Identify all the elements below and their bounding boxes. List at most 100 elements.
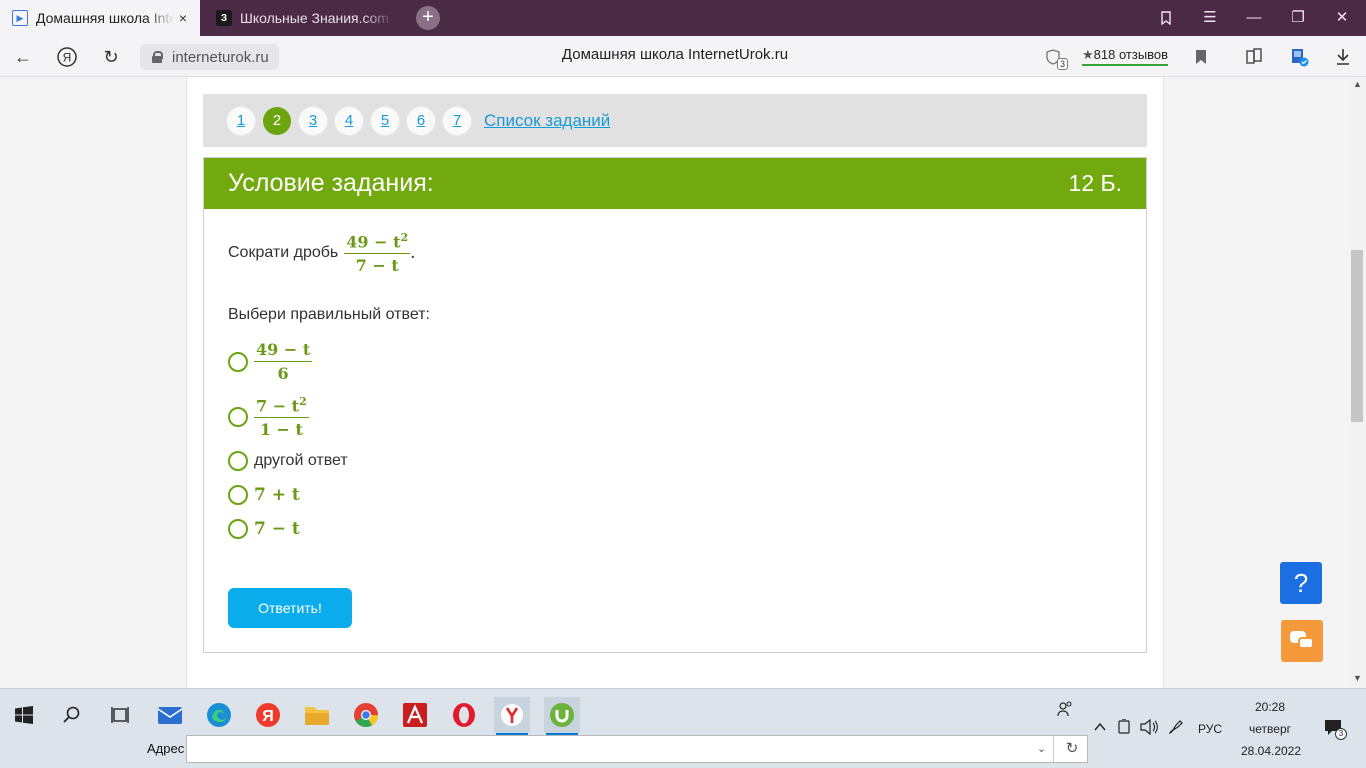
task-points: 12 Б. xyxy=(1068,170,1122,196)
question-text: Сократи дробь 49 − t2 7 − t . xyxy=(228,231,416,276)
bookmark-icon[interactable] xyxy=(1190,46,1212,68)
battery-network-icon[interactable] xyxy=(1117,718,1131,738)
notification-icon[interactable]: 3 xyxy=(1324,719,1347,740)
chrome-icon[interactable] xyxy=(348,697,384,733)
radio-button[interactable] xyxy=(228,451,248,471)
page-link-3[interactable]: 3 xyxy=(299,107,327,135)
question-prefix: Сократи дробь xyxy=(228,244,339,262)
bookmarks-panel-icon[interactable] xyxy=(1144,0,1188,36)
radio-button[interactable] xyxy=(228,407,248,428)
task-title: Условие задания: xyxy=(228,169,434,197)
refresh-icon[interactable]: ↻ xyxy=(1058,736,1086,762)
answer-option-2[interactable]: 7 − t2 1 − t xyxy=(228,395,309,439)
znania-logo-icon: З xyxy=(216,10,232,26)
acrobat-icon[interactable] xyxy=(397,697,433,733)
lock-icon xyxy=(152,51,163,63)
page-viewport: 1 2 3 4 5 6 7 Список заданий Условие зад… xyxy=(0,77,1350,688)
windows-start-icon[interactable] xyxy=(6,697,42,733)
mail-icon[interactable] xyxy=(152,697,188,733)
extension-icon[interactable] xyxy=(1288,46,1310,68)
tab-title: Домашняя школа InternetUrok.ru xyxy=(36,10,174,26)
option-fraction: 49 − t 6 xyxy=(254,340,313,383)
task-pager: 1 2 3 4 5 6 7 Список заданий xyxy=(203,94,1147,147)
restore-button[interactable]: ❐ xyxy=(1276,0,1320,36)
people-icon[interactable] xyxy=(1057,701,1073,720)
clock-time[interactable]: 20:28 xyxy=(1240,700,1300,714)
minimize-button[interactable]: — xyxy=(1232,0,1276,36)
taskbar: Я Адрес ⌄ ↻ РУС 20:28 четверг 28.04.2022… xyxy=(0,688,1366,768)
protect-icon[interactable]: 3 xyxy=(1042,46,1068,70)
task-list-link[interactable]: Список заданий xyxy=(484,111,610,131)
protect-badge: 3 xyxy=(1056,58,1068,70)
opera-icon[interactable] xyxy=(446,697,482,733)
yandex-logo-icon[interactable]: Я xyxy=(54,44,80,70)
clock-date[interactable]: 28.04.2022 xyxy=(1236,744,1306,758)
radio-button[interactable] xyxy=(228,519,248,539)
submit-answer-button[interactable]: Ответить! xyxy=(228,588,352,628)
task-view-icon[interactable] xyxy=(102,697,138,733)
clock-day[interactable]: четверг xyxy=(1240,722,1300,736)
answer-option-4[interactable]: 7 + t xyxy=(228,485,300,505)
question-fraction: 49 − t2 7 − t xyxy=(344,231,411,276)
back-arrow-icon[interactable]: ← xyxy=(10,44,36,70)
download-icon[interactable] xyxy=(1332,46,1354,68)
yandex-icon[interactable]: Я xyxy=(250,697,286,733)
url-bar[interactable]: interneturok.ru xyxy=(140,44,279,70)
star-icon: ★ xyxy=(1082,47,1094,62)
svg-text:Я: Я xyxy=(63,51,72,65)
page-link-2-current[interactable]: 2 xyxy=(263,107,291,135)
question-denominator: 7 − t xyxy=(355,256,399,276)
language-indicator[interactable]: РУС xyxy=(1198,722,1222,736)
answer-option-1[interactable]: 49 − t 6 xyxy=(228,340,313,383)
search-icon[interactable] xyxy=(54,697,90,733)
scroll-up-icon[interactable]: ▲ xyxy=(1353,79,1362,89)
radio-button[interactable] xyxy=(228,485,248,505)
tab-title: Школьные Знания.com - Решение xyxy=(240,10,394,26)
address-toolbar-label: Адрес xyxy=(147,741,185,756)
browser-toolbar: ← Я ↻ interneturok.ru Домашняя школа Int… xyxy=(0,36,1366,77)
option-exponent: 2 xyxy=(299,395,307,408)
notification-count: 3 xyxy=(1335,728,1347,740)
answer-option-3[interactable]: другой ответ xyxy=(228,451,348,471)
collections-icon[interactable] xyxy=(1243,46,1265,68)
scroll-down-icon[interactable]: ▼ xyxy=(1353,673,1362,683)
page-scrollbar[interactable]: ▲ ▼ xyxy=(1350,77,1366,688)
tab-interneturok[interactable]: ▶ Домашняя школа InternetUrok.ru × xyxy=(0,0,200,36)
scroll-thumb[interactable] xyxy=(1351,250,1363,422)
radio-button[interactable] xyxy=(228,351,248,372)
yandex-browser-icon[interactable] xyxy=(494,697,530,735)
pen-icon[interactable] xyxy=(1168,719,1186,738)
play-icon: ▶ xyxy=(12,10,28,26)
page-link-4[interactable]: 4 xyxy=(335,107,363,135)
tab-znania[interactable]: З Школьные Знания.com - Решение xyxy=(204,0,394,36)
page-link-1[interactable]: 1 xyxy=(227,107,255,135)
page-link-6[interactable]: 6 xyxy=(407,107,435,135)
reload-icon[interactable]: ↻ xyxy=(98,44,124,70)
close-window-button[interactable]: ✕ xyxy=(1320,0,1364,36)
reviews-button[interactable]: ★818 отзывов xyxy=(1082,47,1169,66)
page-title: Домашняя школа InternetUrok.ru xyxy=(561,46,789,63)
url-text: interneturok.ru xyxy=(172,48,269,66)
chat-button[interactable] xyxy=(1281,620,1323,662)
question-exponent: 2 xyxy=(400,231,409,244)
menu-icon[interactable]: ☰ xyxy=(1188,0,1232,36)
page-link-7[interactable]: 7 xyxy=(443,107,471,135)
option-denominator: 6 xyxy=(277,364,289,383)
svg-text:Я: Я xyxy=(262,708,274,725)
edge-icon[interactable] xyxy=(201,697,237,733)
answer-option-5[interactable]: 7 − t xyxy=(228,519,300,539)
page-link-5[interactable]: 5 xyxy=(371,107,399,135)
choose-answer-label: Выбери правильный ответ: xyxy=(228,306,430,323)
new-tab-button[interactable]: + xyxy=(416,6,440,30)
option-denominator: 1 − t xyxy=(259,420,303,440)
option-fraction: 7 − t2 1 − t xyxy=(254,395,309,439)
chevron-up-icon[interactable] xyxy=(1094,719,1106,735)
utorrent-icon[interactable] xyxy=(544,697,580,735)
reviews-label: 818 отзывов xyxy=(1093,47,1169,62)
chevron-down-icon[interactable]: ⌄ xyxy=(1030,736,1054,762)
address-toolbar-input[interactable] xyxy=(186,735,1088,763)
close-tab-icon[interactable]: × xyxy=(174,10,192,26)
volume-icon[interactable] xyxy=(1140,718,1158,738)
file-explorer-icon[interactable] xyxy=(299,697,335,733)
help-button[interactable]: ? xyxy=(1280,562,1322,604)
